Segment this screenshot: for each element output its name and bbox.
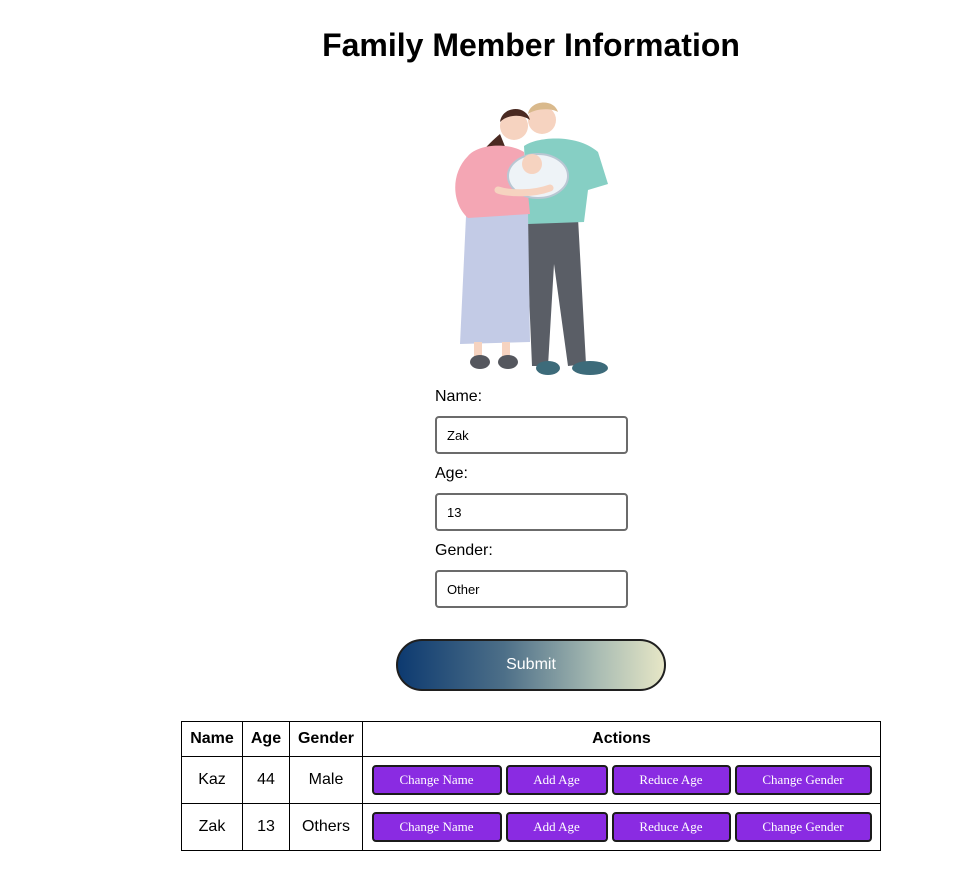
change-gender-button[interactable]: Change Gender xyxy=(734,765,872,795)
header-name: Name xyxy=(181,721,243,757)
gender-input[interactable] xyxy=(435,570,628,608)
header-age: Age xyxy=(242,721,290,757)
family-illustration xyxy=(455,102,608,375)
change-gender-button[interactable]: Change Gender xyxy=(734,812,872,842)
age-input[interactable] xyxy=(435,493,628,531)
cell-name: Kaz xyxy=(181,756,243,804)
gender-label: Gender: xyxy=(435,542,493,559)
header-actions: Actions xyxy=(362,721,881,757)
name-input[interactable] xyxy=(435,416,628,454)
cell-gender: Male xyxy=(289,756,363,804)
table-row: Zak 13 Others Change Name Add Age Reduce A… xyxy=(181,803,881,851)
cell-age: 44 xyxy=(242,756,290,804)
members-table: Name Age Gender Actions Kaz 44 Male Chan… xyxy=(181,721,881,851)
cell-actions: Change Name Add Age Reduce Age Change Gende… xyxy=(362,803,881,851)
change-name-button[interactable]: Change Name xyxy=(371,765,502,795)
add-age-button[interactable]: Add Age xyxy=(505,812,608,842)
page: Family Member Information Name: Ag xyxy=(0,0,979,871)
reduce-age-button[interactable]: Reduce Age xyxy=(611,765,731,795)
table-header-row: Name Age Gender Actions xyxy=(181,721,881,757)
add-age-button[interactable]: Add Age xyxy=(505,765,608,795)
submit-button[interactable]: Submit xyxy=(396,639,666,691)
cell-actions: Change Name Add Age Reduce Age Change Gende… xyxy=(362,756,881,804)
cell-age: 13 xyxy=(242,803,290,851)
reduce-age-button[interactable]: Reduce Age xyxy=(611,812,731,842)
age-label: Age: xyxy=(435,465,468,482)
header-gender: Gender xyxy=(289,721,363,757)
cell-name: Zak xyxy=(181,803,243,851)
change-name-button[interactable]: Change Name xyxy=(371,812,502,842)
cell-gender: Others xyxy=(289,803,363,851)
name-label: Name: xyxy=(435,388,483,405)
table-row: Kaz 44 Male Change Name Add Age Reduce Age… xyxy=(181,756,881,804)
page-title: Family Member Information xyxy=(322,27,740,63)
